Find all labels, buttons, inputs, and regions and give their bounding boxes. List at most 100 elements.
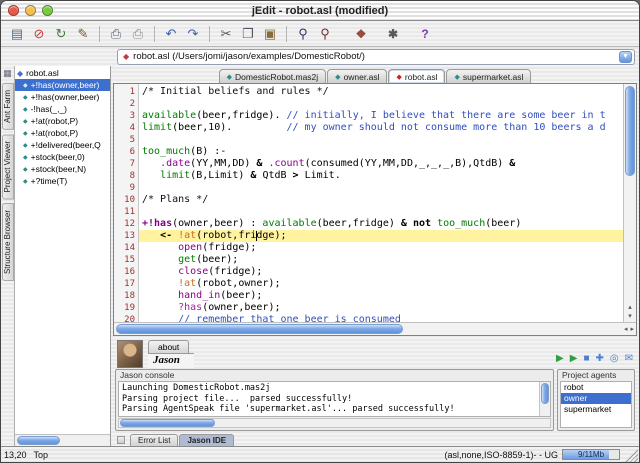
tree-item[interactable]: ◆ +stock(beer,0) [15, 151, 110, 163]
code-line[interactable]: !at(robot,owner); [139, 278, 623, 290]
dock-tab-jason-ide[interactable]: Jason IDE [179, 434, 235, 446]
code-line[interactable] [139, 182, 623, 194]
mind-inspector-icon[interactable]: ◎ [610, 354, 619, 364]
stop-mas-icon[interactable]: ■ [583, 354, 589, 364]
line-number: 8 [129, 171, 135, 181]
line-number: 9 [129, 183, 135, 193]
tree-item[interactable]: ◆ +!has(owner,beer) [15, 91, 110, 103]
agent-item-owner[interactable]: owner [561, 393, 631, 404]
tree-root[interactable]: ◆ robot.asl [15, 67, 110, 79]
tree-item[interactable]: ◆ +!delivered(beer,Q [15, 139, 110, 151]
resize-grip[interactable] [624, 447, 638, 462]
chevron-down-icon[interactable]: ▼ [619, 50, 632, 63]
run-mas-icon[interactable]: ▶ [556, 354, 564, 364]
dock-handle-icon[interactable] [117, 436, 125, 444]
editor-horizontal-scrollbar[interactable]: ◂ ▸ [114, 322, 636, 335]
jason-help-icon[interactable]: ✉ [625, 354, 633, 364]
edit-macro-icon[interactable]: ✎ [73, 24, 93, 44]
code-line[interactable] [139, 98, 623, 110]
editor-vertical-scrollbar[interactable]: ▴ ▾ [623, 84, 636, 322]
agent-item-robot[interactable]: robot [561, 382, 631, 393]
tree-item[interactable]: ◆ +!has(owner,beer) [15, 79, 110, 91]
scrollbar-arrows[interactable]: ▴ ▾ [624, 303, 636, 321]
scroll-right-icon[interactable]: ▸ [630, 325, 634, 333]
code-line[interactable]: .date(YY,MM,DD) & .count(consumed(YY,MM,… [139, 158, 623, 170]
sidebar-tab-project-viewer[interactable]: Project Viewer [1, 133, 14, 200]
minimize-button[interactable] [25, 5, 36, 16]
code-line[interactable]: limit(B,Limit) & QtdB > Limit. [139, 170, 623, 182]
code-line[interactable]: limit(beer,10). // my owner should not c… [139, 122, 623, 134]
reload-icon[interactable]: ↻ [51, 24, 71, 44]
sidebar-tab-ant-farm[interactable]: Ant Farm [1, 83, 14, 130]
code-line[interactable]: // remember that one beer is consumed [139, 314, 623, 322]
scroll-up-icon[interactable]: ▴ [628, 303, 632, 312]
code-line[interactable]: /* Initial beliefs and rules */ [139, 86, 623, 98]
code-line[interactable]: open(fridge); [139, 242, 623, 254]
tree-item[interactable]: ◆ +?time(T) [15, 175, 110, 187]
code-line[interactable] [139, 134, 623, 146]
code-line[interactable]: get(beer); [139, 254, 623, 266]
dock-tab-error-list[interactable]: Error List [130, 434, 179, 446]
buffer-tab-domesticrobot-mas2j[interactable]: ◆ DomesticRobot.mas2j [218, 69, 327, 83]
tree-item[interactable]: ◆ +!at(robot,P) [15, 115, 110, 127]
scroll-left-icon[interactable]: ◂ [624, 325, 628, 333]
code-area[interactable]: /* Initial beliefs and rules */ available… [139, 84, 623, 322]
find-icon[interactable]: ⚲ [293, 24, 313, 44]
sidebar-tab-structure-browser[interactable]: Structure Browser [1, 203, 14, 282]
tree-item[interactable]: ◆ +stock(beer,N) [15, 163, 110, 175]
scrollbar-thumb[interactable] [541, 383, 549, 405]
tree-horizontal-scrollbar[interactable] [15, 434, 110, 446]
close-button[interactable] [8, 5, 19, 16]
close-buffer-icon[interactable]: ⊘ [29, 24, 49, 44]
code-line[interactable] [139, 206, 623, 218]
plugin-manager-icon[interactable]: ❖ [351, 24, 371, 44]
buffer-tab-label: DomesticRobot.mas2j [235, 72, 319, 82]
cut-icon[interactable]: ✂ [216, 24, 236, 44]
buffer-tab-robot-asl[interactable]: ◆ robot.asl [388, 69, 446, 83]
global-options-icon[interactable]: ✱ [383, 24, 403, 44]
scroll-down-icon[interactable]: ▾ [628, 312, 632, 321]
undo-icon[interactable]: ↶ [161, 24, 181, 44]
new-agent-icon[interactable]: ✚ [595, 354, 603, 364]
tree-item[interactable]: ◆ +!at(robot,P) [15, 127, 110, 139]
dock-grid-icon[interactable]: ▦ [3, 68, 12, 79]
code-line[interactable]: <- !at(robot,fridge); [139, 230, 623, 242]
scrollbar-thumb[interactable] [116, 324, 404, 334]
buffer-tab-owner-asl[interactable]: ◆ owner.asl [327, 69, 388, 83]
page-setup-icon[interactable]: ⎙ [128, 24, 148, 44]
code-line[interactable]: available(beer,fridge). // initially, I … [139, 110, 623, 122]
tree-item-label: +!delivered(beer,Q [30, 140, 101, 150]
buffer-switcher-combo[interactable]: ◆ robot.asl (/Users/jomi/jason/examples/… [117, 48, 635, 65]
code-line[interactable]: close(fridge); [139, 266, 623, 278]
code-line[interactable]: too_much(B) :- [139, 146, 623, 158]
code-line[interactable]: ?has(owner,beer); [139, 302, 623, 314]
paste-icon[interactable]: ▣ [260, 24, 280, 44]
scrollbar-thumb[interactable] [120, 419, 215, 427]
scrollbar-arrows[interactable]: ◂ ▸ [624, 323, 634, 335]
buffer-tab-supermarket-asl[interactable]: ◆ supermarket.asl [446, 69, 532, 83]
text-editor[interactable]: 1 2 3 4 5 6 7 8 9 10 11 12 13 14 15 16 17 18 19 20 /* Initi… [113, 83, 637, 336]
redo-icon[interactable]: ↷ [183, 24, 203, 44]
copy-icon[interactable]: ❐ [238, 24, 258, 44]
code-line[interactable]: hand_in(beer); [139, 290, 623, 302]
memory-gauge[interactable]: 9/11Mb [562, 449, 620, 460]
new-file-icon[interactable]: ▤ [7, 24, 27, 44]
console-output[interactable]: Launching DomesticRobot.mas2j Parsing pro… [118, 381, 551, 417]
find-next-icon[interactable]: ⚲ [315, 24, 335, 44]
agent-item-supermarket[interactable]: supermarket [561, 404, 631, 415]
debug-mas-icon[interactable]: ▶ [570, 354, 578, 364]
help-icon[interactable]: ? [415, 24, 435, 44]
title-bar[interactable]: jEdit - robot.asl (modified) [1, 1, 639, 21]
line-number: 12 [124, 219, 135, 229]
code-line[interactable]: /* Plans */ [139, 194, 623, 206]
console-vertical-scrollbar[interactable] [539, 382, 550, 416]
structure-tree: ◆ robot.asl ◆ +!has(owner,beer) ◆ +!has(own… [15, 66, 110, 434]
tree-item[interactable]: ◆ -!has(_,_) [15, 103, 110, 115]
tab-about[interactable]: about [148, 340, 190, 353]
print-icon[interactable]: ⎙ [106, 24, 126, 44]
console-horizontal-scrollbar[interactable] [118, 418, 551, 428]
scrollbar-thumb[interactable] [17, 436, 60, 445]
scrollbar-thumb[interactable] [625, 86, 635, 177]
zoom-button[interactable] [42, 5, 53, 16]
code-line[interactable]: +!has(owner,beer) : available(beer,fridg… [139, 218, 623, 230]
